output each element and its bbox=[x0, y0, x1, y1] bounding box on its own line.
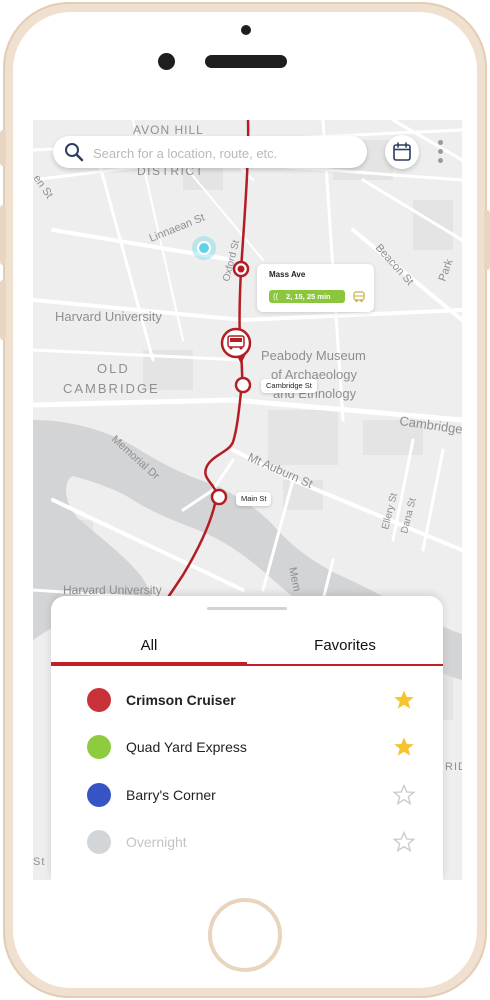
live-signal-icon: (( bbox=[273, 292, 279, 301]
stop-cambridge-st[interactable] bbox=[234, 376, 252, 394]
stop-info-card[interactable]: Mass Ave (( 2, 15, 25 min bbox=[257, 264, 374, 312]
route-color-dot bbox=[87, 783, 111, 807]
route-name: Quad Yard Express bbox=[126, 739, 247, 755]
eta-text: 2, 15, 25 min bbox=[286, 292, 331, 301]
map-label-bridge-fragment: RID bbox=[445, 761, 462, 773]
phone-power-button bbox=[484, 210, 490, 270]
route-color-dot bbox=[87, 830, 111, 854]
calendar-button[interactable] bbox=[385, 135, 419, 169]
magnifier-icon bbox=[65, 143, 84, 162]
star-outline-icon[interactable] bbox=[392, 783, 416, 807]
tab-favorites[interactable]: Favorites bbox=[247, 634, 443, 658]
star-outline-icon[interactable] bbox=[392, 830, 416, 854]
stop-label-cambridge-st[interactable]: Cambridge St bbox=[261, 379, 317, 393]
route-row-barrys-corner[interactable]: Barry's Corner bbox=[51, 775, 443, 815]
tab-all[interactable]: All bbox=[51, 634, 247, 658]
routes-bottom-sheet: All Favorites Crimson Cruiser Quad Yard … bbox=[51, 596, 443, 880]
map-label-cambridge: CAMBRIDGE bbox=[63, 381, 160, 396]
stop-card-title: Mass Ave bbox=[269, 270, 306, 279]
map-label-avon-hill: AVON HILL bbox=[133, 123, 204, 137]
map-label-peabody-1: Peabody Museum bbox=[261, 348, 366, 363]
home-button[interactable] bbox=[208, 898, 282, 972]
app-screen: AVON HILL DISTRICT Linnaean St en St Oxf… bbox=[33, 120, 462, 880]
calendar-icon bbox=[393, 142, 411, 161]
route-row-crimson-cruiser[interactable]: Crimson Cruiser bbox=[51, 680, 443, 720]
search-bar[interactable] bbox=[53, 136, 367, 170]
more-vertical-icon bbox=[438, 140, 443, 145]
route-color-dot bbox=[87, 688, 111, 712]
phone-volume-up bbox=[0, 205, 6, 265]
more-vertical-icon-dot bbox=[438, 158, 443, 163]
bus-icon bbox=[353, 291, 365, 303]
map-label-harvard-university-bottom: Harvard University bbox=[63, 583, 162, 597]
search-input[interactable] bbox=[91, 136, 355, 170]
stop-main-st[interactable] bbox=[210, 488, 228, 506]
route-name: Overnight bbox=[126, 834, 187, 850]
eta-badge: (( 2, 15, 25 min bbox=[269, 290, 345, 303]
route-color-dot bbox=[87, 735, 111, 759]
phone-sensor bbox=[241, 25, 251, 35]
user-location-dot bbox=[197, 241, 211, 255]
route-row-overnight[interactable]: Overnight bbox=[51, 822, 443, 862]
star-filled-icon[interactable] bbox=[392, 735, 416, 759]
stop-label-main-st[interactable]: Main St bbox=[236, 492, 272, 506]
route-name: Crimson Cruiser bbox=[126, 692, 236, 708]
route-row-quad-yard-express[interactable]: Quad Yard Express bbox=[51, 727, 443, 767]
map-label-old: OLD bbox=[97, 361, 130, 376]
route-name: Barry's Corner bbox=[126, 787, 216, 803]
tab-active-indicator bbox=[51, 662, 247, 666]
stop-mass-ave-center bbox=[237, 265, 245, 273]
more-options-button[interactable] bbox=[434, 138, 446, 166]
star-filled-icon[interactable] bbox=[392, 688, 416, 712]
phone-side-button bbox=[0, 130, 6, 166]
phone-front-camera bbox=[158, 53, 175, 70]
map-label-harvard-university: Harvard University bbox=[55, 309, 162, 324]
map-label-st-fragment: St bbox=[33, 856, 45, 868]
more-vertical-icon-dot bbox=[438, 149, 443, 154]
phone-volume-down bbox=[0, 280, 6, 340]
sheet-grabber[interactable] bbox=[207, 607, 287, 610]
phone-speaker bbox=[205, 55, 287, 68]
